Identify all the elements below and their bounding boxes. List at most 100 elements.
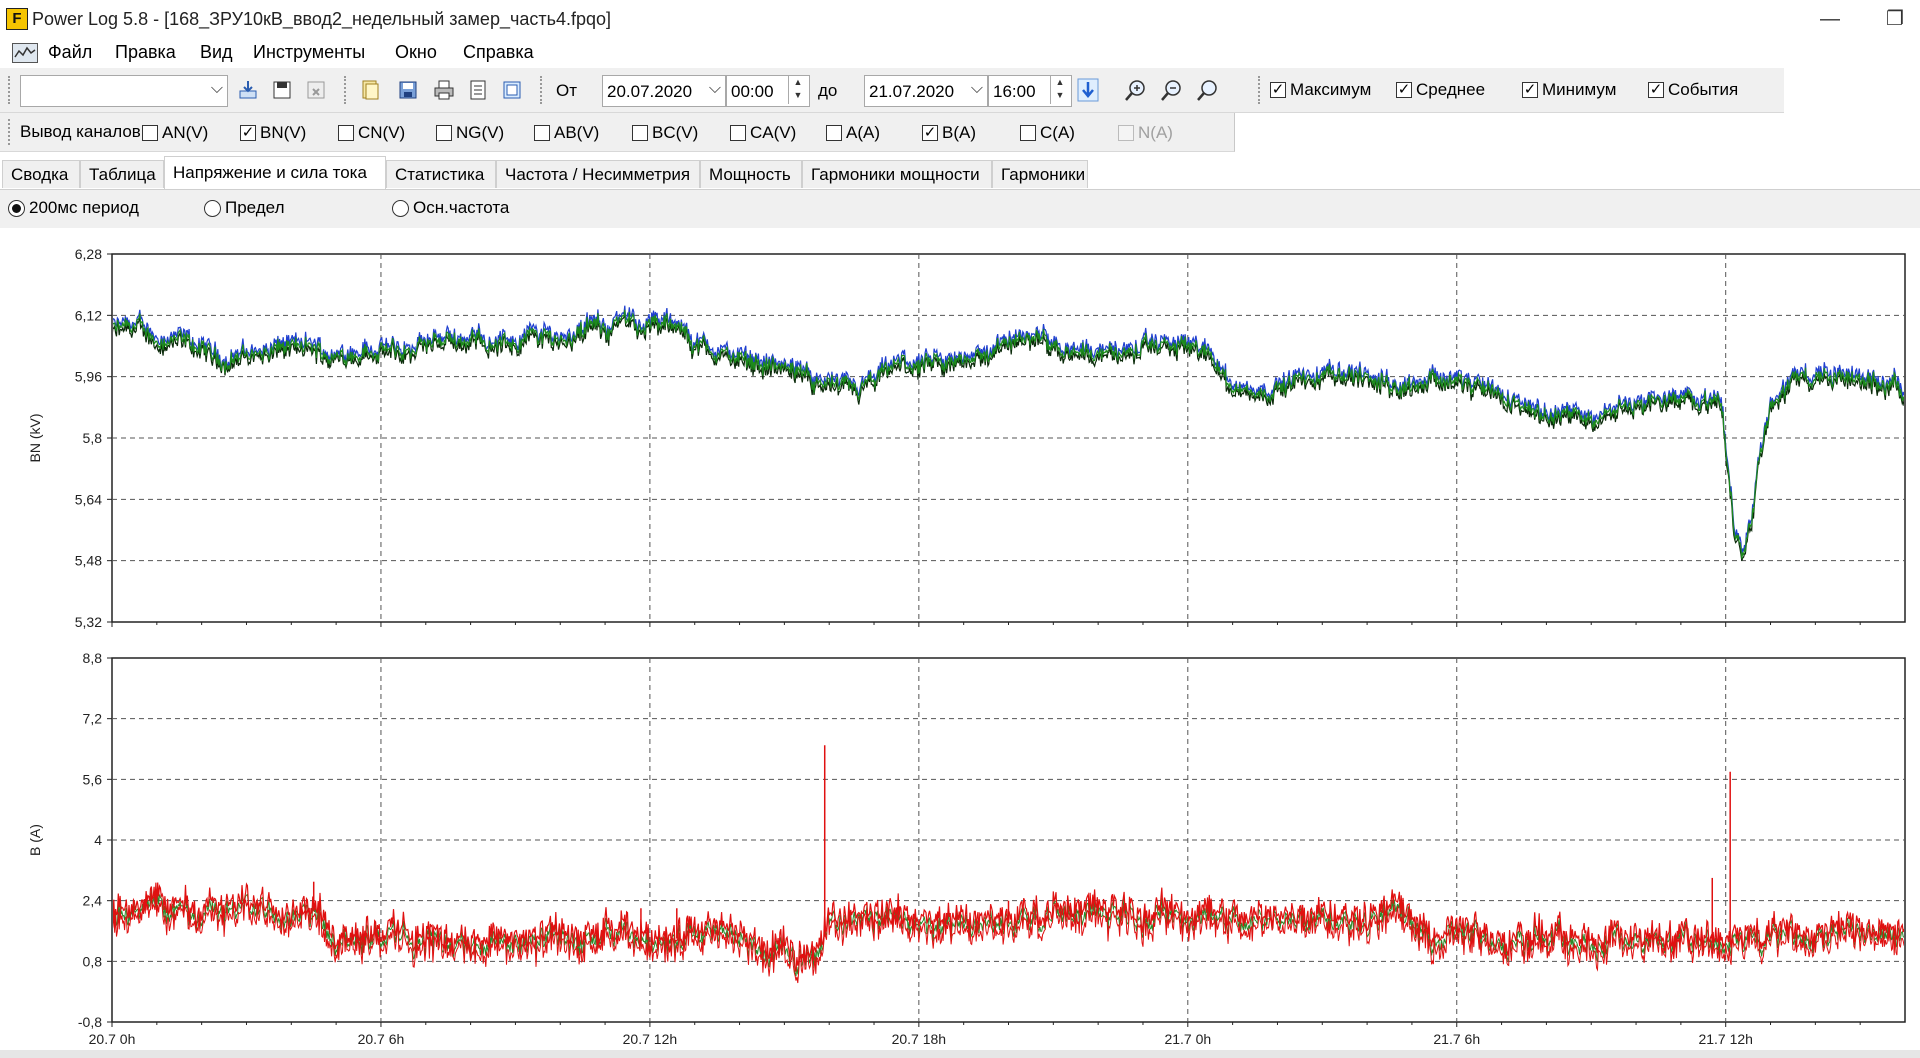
zoom-out-button[interactable] [1158, 76, 1186, 104]
tab-power[interactable]: Мощность [700, 160, 802, 188]
save-icon [399, 81, 417, 99]
checkbox-label: AN(V) [162, 123, 209, 142]
checkbox-box [1118, 125, 1134, 141]
channel-checkbox-ca[interactable]: C(A) [1020, 123, 1075, 143]
zoom-in-button[interactable] [1122, 76, 1150, 104]
checkbox-box[interactable] [436, 125, 452, 141]
import-icon [239, 81, 257, 99]
toolbar-grip[interactable] [8, 76, 14, 104]
menu-view[interactable]: Вид [200, 42, 233, 63]
channel-checkbox-bnv[interactable]: ✓ BN(V) [240, 123, 306, 143]
to-time-field[interactable]: 16:00 ▲ ▼ [988, 75, 1072, 107]
radio-button[interactable] [8, 199, 25, 217]
max-checkbox[interactable]: ✓ Максимум [1270, 80, 1371, 100]
tab-power-harmonics[interactable]: Гармоники мощности [802, 160, 992, 188]
mode-200ms-radio[interactable]: 200мс период [8, 198, 139, 218]
y-axis-label: BN (kV) [27, 414, 43, 463]
save-template-button[interactable] [268, 76, 296, 104]
print-button[interactable] [430, 76, 458, 104]
checkbox-label: A(A) [846, 123, 880, 142]
checkbox-box[interactable]: ✓ [1270, 82, 1286, 98]
menu-window[interactable]: Окно [395, 42, 437, 63]
print-preview-icon [470, 80, 486, 100]
avg-checkbox[interactable]: ✓ Среднее [1396, 80, 1485, 100]
checkbox-box[interactable] [826, 125, 842, 141]
to-time-spinner[interactable]: ▲ ▼ [1050, 76, 1069, 104]
y-tick-label: 7,2 [83, 711, 103, 727]
checkbox-label: CN(V) [358, 123, 406, 142]
apply-range-button[interactable] [1074, 76, 1102, 104]
checkbox-box[interactable] [730, 125, 746, 141]
events-checkbox[interactable]: ✓ События [1648, 80, 1738, 100]
tab-harmonics[interactable]: Гармоники [992, 160, 1088, 188]
channel-checkbox-cav[interactable]: CA(V) [730, 123, 796, 143]
print-preview-button[interactable] [464, 76, 492, 104]
from-time-field[interactable]: 00:00 ▲ ▼ [726, 75, 810, 107]
menu-file[interactable]: Файл [48, 42, 92, 63]
export-button[interactable] [498, 76, 526, 104]
channel-checkbox-ba[interactable]: ✓ B(A) [922, 123, 976, 143]
zoom-fit-button[interactable] [1194, 76, 1222, 104]
tab-table[interactable]: Таблица [80, 160, 164, 188]
toolbar-grip[interactable] [1258, 76, 1264, 104]
x-tick-label: 21.7 0h [1164, 1031, 1211, 1047]
channel-checkbox-na: N(A) [1118, 123, 1173, 143]
y-tick-label: 6,12 [75, 307, 102, 323]
save-template-icon [273, 81, 291, 99]
tab-summary[interactable]: Сводка [2, 160, 80, 188]
mode-limit-radio[interactable]: Предел [204, 198, 284, 218]
checkbox-box[interactable]: ✓ [922, 125, 938, 141]
from-time-spinner[interactable]: ▲ ▼ [788, 76, 807, 104]
charts-svg[interactable]: 6,286,125,965,85,645,485,32BN (kV)8,87,2… [0, 228, 1920, 1050]
open-icon [362, 80, 379, 100]
title-bar: F Power Log 5.8 - [168_ЗРУ10кВ_ввод2_нед… [0, 0, 1920, 38]
to-label: до [818, 81, 838, 100]
mode-fundamental-radio[interactable]: Осн.частота [392, 198, 509, 218]
minimize-button[interactable]: — [1810, 4, 1850, 34]
import-button[interactable] [234, 76, 262, 104]
toolbar-grip[interactable] [540, 76, 546, 104]
open-button[interactable] [356, 76, 384, 104]
channel-checkbox-abv[interactable]: AB(V) [534, 123, 599, 143]
checkbox-label: Среднее [1416, 80, 1486, 99]
menu-help[interactable]: Справка [463, 42, 534, 63]
document-window-icon[interactable] [12, 43, 38, 63]
checkbox-label: NG(V) [456, 123, 505, 142]
checkbox-box[interactable]: ✓ [1648, 82, 1664, 98]
checkbox-box[interactable] [338, 125, 354, 141]
y-tick-label: 2,4 [83, 893, 103, 909]
channel-checkbox-cnv[interactable]: CN(V) [338, 123, 405, 143]
radio-button[interactable] [392, 199, 409, 217]
y-tick-label: 5,64 [75, 491, 102, 507]
from-label: От [556, 81, 578, 100]
save-button[interactable] [394, 76, 422, 104]
menu-tools[interactable]: Инструменты [253, 42, 365, 63]
restore-button[interactable]: ❐ [1875, 4, 1915, 34]
checkbox-box[interactable] [632, 125, 648, 141]
checkbox-box[interactable]: ✓ [240, 125, 256, 141]
channel-checkbox-anv[interactable]: AN(V) [142, 123, 208, 143]
toolbar-grip[interactable] [344, 76, 350, 104]
checkbox-box[interactable] [1020, 125, 1036, 141]
toolbar-grip[interactable] [8, 119, 14, 145]
delete-template-button[interactable] [302, 76, 330, 104]
horizontal-scrollbar[interactable] [0, 1050, 1920, 1058]
channel-checkbox-ngv[interactable]: NG(V) [436, 123, 504, 143]
min-checkbox[interactable]: ✓ Минимум [1522, 80, 1616, 100]
plot-area[interactable]: 6,28 6,12 5,96 5,8 5,64 5,48 5,32 BN (kV) 8,8 7,2… [0, 228, 1920, 1050]
channel-checkbox-aa[interactable]: A(A) [826, 123, 880, 143]
tab-frequency-unbalance[interactable]: Частота / Несимметрия [496, 160, 700, 188]
checkbox-box[interactable]: ✓ [1522, 82, 1538, 98]
checkbox-box[interactable] [142, 125, 158, 141]
to-date-picker[interactable]: 21.07.2020 ⌵ [864, 75, 988, 107]
tab-voltage-current[interactable]: Напряжение и сила тока [164, 156, 386, 190]
menu-edit[interactable]: Правка [115, 42, 176, 63]
radio-button[interactable] [204, 199, 221, 217]
view-tabs: Сводка Таблица Напряжение и сила тока Ст… [0, 156, 1920, 190]
from-date-picker[interactable]: 20.07.2020 ⌵ [602, 75, 726, 107]
channel-checkbox-bcv[interactable]: BC(V) [632, 123, 698, 143]
checkbox-box[interactable]: ✓ [1396, 82, 1412, 98]
template-combo[interactable]: ⌵ [20, 75, 228, 107]
checkbox-box[interactable] [534, 125, 550, 141]
tab-statistics[interactable]: Статистика [386, 160, 496, 188]
